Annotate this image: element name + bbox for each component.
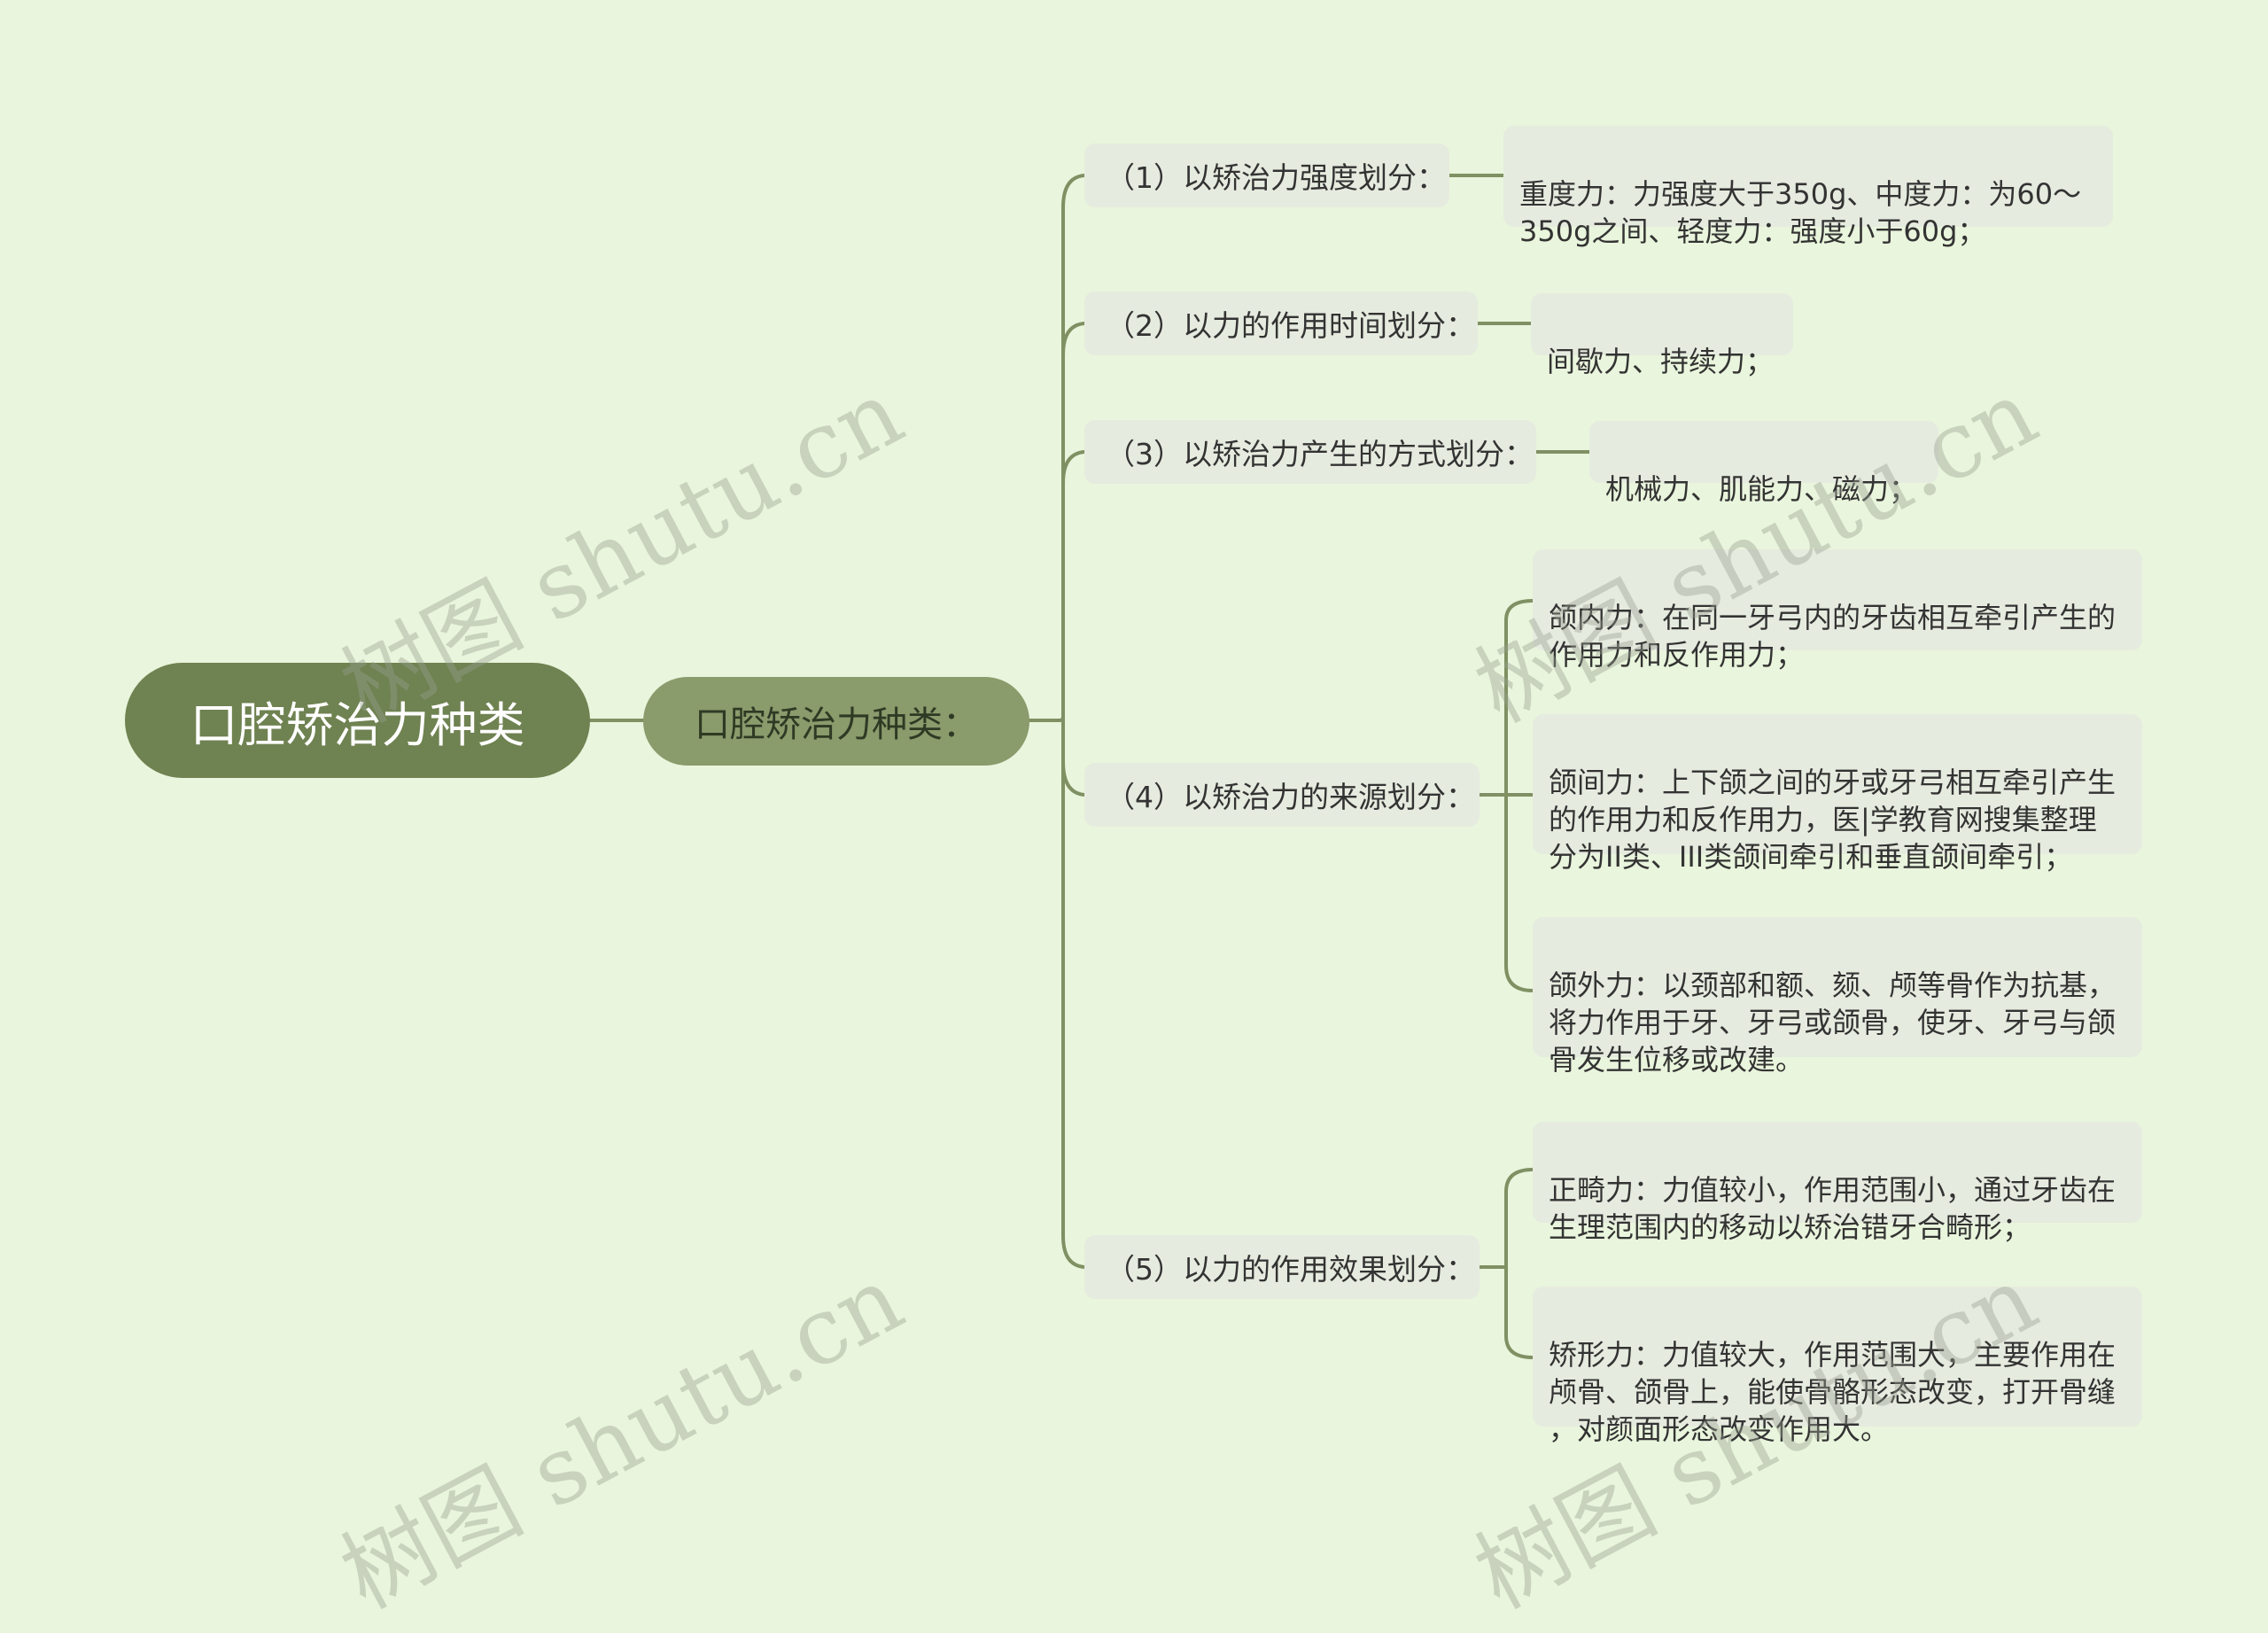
leaf-intermaxillary[interactable]: 颌间力：上下颌之间的牙或牙弓相互牵引产生 的作用力和反作用力，医|学教育网搜集整… <box>1533 714 2142 874</box>
leaf-intramaxillary[interactable]: 颌内力：在同一牙弓内的牙齿相互牵引产生的 作用力和反作用力； <box>1533 549 2142 672</box>
leaf-text: 机械力、肌能力、磁力； <box>1605 472 1918 506</box>
sub-node[interactable]: 口腔矫治力种类： <box>643 677 1029 766</box>
category-effect[interactable]: （5）以力的作用效果划分： <box>1084 1235 1480 1299</box>
leaf-extraoral[interactable]: 颌外力：以颈部和额、颏、颅等骨作为抗基， 将力作用于牙、牙弓或颌骨，使牙、牙弓与… <box>1533 917 2142 1077</box>
category-label: （3）以矫治力产生的方式划分： <box>1106 437 1534 471</box>
category-strength[interactable]: （1）以矫治力强度划分： <box>1084 144 1449 207</box>
edge-sub-cat3 <box>1061 450 1086 722</box>
edge-sub-cat5 <box>1061 719 1086 1269</box>
category-label: （1）以矫治力强度划分： <box>1106 160 1446 195</box>
edge-cat5-leaf8 <box>1504 1265 1534 1359</box>
leaf-force-method[interactable]: 机械力、肌能力、磁力； <box>1589 421 1938 506</box>
leaf-text: 间歇力、持续力； <box>1547 345 1775 378</box>
edge-cat5-leaf7 <box>1478 1168 1534 1269</box>
category-label: （2）以力的作用时间划分： <box>1106 308 1475 343</box>
edge-cat4-leaf6 <box>1504 793 1534 992</box>
edge-sub-cat1 <box>1028 174 1086 722</box>
category-source[interactable]: （4）以矫治力的来源划分： <box>1084 763 1480 827</box>
leaf-force-strength[interactable]: 重度力：力强度大于350g、中度力：为60～ 350g之间、轻度力：强度小于60… <box>1503 126 2113 248</box>
category-time[interactable]: （2）以力的作用时间划分： <box>1084 292 1478 355</box>
root-node[interactable]: 口腔矫治力种类 <box>125 663 590 778</box>
leaf-text: 正畸力：力值较小，作用范围小，通过牙齿在 生理范围内的移动以矫治错牙合畸形； <box>1549 1173 2117 1244</box>
root-label: 口腔矫治力种类 <box>190 696 525 753</box>
edge-sub-cat2 <box>1061 322 1086 722</box>
category-label: （4）以矫治力的来源划分： <box>1106 780 1475 814</box>
sub-label: 口腔矫治力种类： <box>695 704 978 745</box>
edge-sub-cat4 <box>1061 719 1086 797</box>
category-label: （5）以力的作用效果划分： <box>1106 1252 1475 1287</box>
leaf-orthopedic[interactable]: 矫形力：力值较大，作用范围大，主要作用在 颅骨、颌骨上，能使骨骼形态改变，打开骨… <box>1533 1287 2142 1446</box>
leaf-orthodontic[interactable]: 正畸力：力值较小，作用范围小，通过牙齿在 生理范围内的移动以矫治错牙合畸形； <box>1533 1122 2142 1244</box>
leaf-force-time[interactable]: 间歇力、持续力； <box>1531 293 1793 378</box>
edge-cat4-leaf4 <box>1478 599 1534 797</box>
leaf-text: 颌间力：上下颌之间的牙或牙弓相互牵引产生 的作用力和反作用力，医|学教育网搜集整… <box>1549 766 2117 874</box>
category-method[interactable]: （3）以矫治力产生的方式划分： <box>1084 420 1536 484</box>
